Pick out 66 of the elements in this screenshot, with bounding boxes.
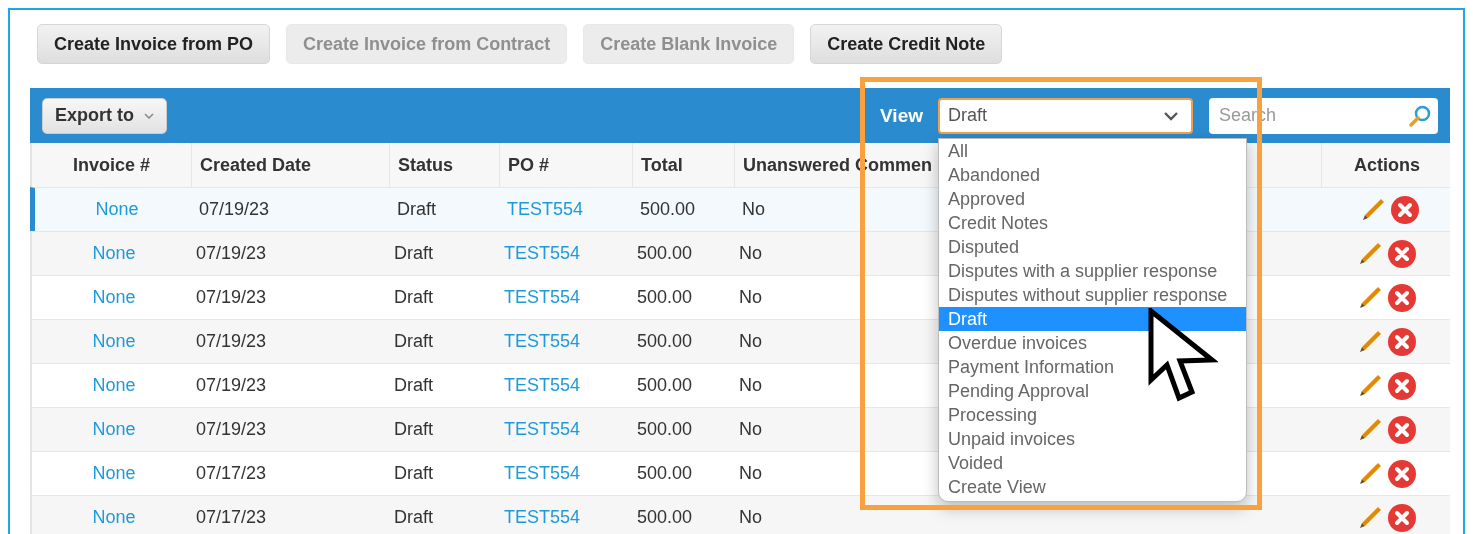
table-cell: 500.00 bbox=[637, 507, 693, 528]
delete-icon[interactable] bbox=[1390, 194, 1420, 225]
view-select[interactable]: Draft bbox=[938, 97, 1193, 134]
table-cell: 500.00 bbox=[637, 375, 693, 396]
delete-icon[interactable] bbox=[1387, 238, 1417, 269]
table-cell: 500.00 bbox=[637, 463, 693, 484]
view-label: View bbox=[880, 104, 923, 127]
table-cell: 500.00 bbox=[637, 419, 693, 440]
table-cell: 07/17/23 bbox=[196, 463, 267, 484]
view-option[interactable]: Voided bbox=[939, 450, 1246, 475]
view-option[interactable]: Abandoned bbox=[939, 162, 1246, 187]
table-cell: Draft bbox=[397, 199, 436, 220]
view-option[interactable]: Unpaid invoices bbox=[939, 426, 1246, 451]
delete-icon[interactable] bbox=[1387, 370, 1417, 401]
select-value: Draft bbox=[948, 105, 987, 126]
table-cell: Draft bbox=[394, 507, 433, 528]
table-cell: 500.00 bbox=[637, 287, 693, 308]
delete-icon[interactable] bbox=[1387, 282, 1417, 313]
action-button[interactable]: Create Invoice from PO bbox=[37, 24, 271, 64]
table-cell: No bbox=[742, 199, 765, 220]
invoice-link[interactable]: None bbox=[92, 375, 136, 396]
caret-icon bbox=[144, 112, 154, 119]
view-option[interactable]: Disputed bbox=[939, 234, 1246, 259]
table-cell: Draft bbox=[394, 243, 433, 264]
table-cell: No bbox=[739, 287, 762, 308]
delete-icon[interactable] bbox=[1387, 326, 1417, 357]
delete-icon[interactable] bbox=[1387, 502, 1417, 533]
table-cell: 07/19/23 bbox=[196, 287, 267, 308]
action-button[interactable]: Create Credit Note bbox=[810, 24, 1003, 64]
table-cell: 07/19/23 bbox=[199, 199, 270, 220]
chevron-icon bbox=[1163, 110, 1179, 121]
po-link[interactable]: TEST554 bbox=[504, 463, 581, 484]
table-cell: Draft bbox=[394, 463, 433, 484]
po-link[interactable]: TEST554 bbox=[504, 375, 581, 396]
view-option[interactable]: Pending Approval bbox=[939, 378, 1246, 403]
export-button[interactable]: Export to bbox=[42, 97, 167, 134]
view-option[interactable]: Overdue invoices bbox=[939, 330, 1246, 355]
table-cell: No bbox=[739, 419, 762, 440]
table-cell: 07/19/23 bbox=[196, 243, 267, 264]
view-option[interactable]: Disputes without supplier response bbox=[939, 282, 1246, 307]
table-cell: No bbox=[739, 375, 762, 396]
table-cell: Draft bbox=[394, 375, 433, 396]
table-cell: 07/19/23 bbox=[196, 375, 267, 396]
delete-icon[interactable] bbox=[1387, 414, 1417, 445]
delete-icon[interactable] bbox=[1387, 458, 1417, 489]
table-cell: No bbox=[739, 331, 762, 352]
table-cell: 07/17/23 bbox=[196, 507, 267, 528]
view-option[interactable]: Approved bbox=[939, 186, 1246, 211]
table-cell: No bbox=[739, 243, 762, 264]
invoice-link[interactable]: None bbox=[92, 463, 136, 484]
table-cell: Draft bbox=[394, 287, 433, 308]
column-header: Actions bbox=[1353, 153, 1421, 177]
table-cell: 500.00 bbox=[640, 199, 696, 220]
search-icon bbox=[1408, 103, 1432, 128]
table-cell: Draft bbox=[394, 331, 433, 352]
table-cell: No bbox=[739, 507, 762, 528]
table-cell: 07/19/23 bbox=[196, 331, 267, 352]
table-cell: Draft bbox=[394, 419, 433, 440]
po-link[interactable]: TEST554 bbox=[504, 287, 581, 308]
table-cell: 500.00 bbox=[637, 243, 693, 264]
view-option[interactable]: Draft bbox=[939, 306, 1246, 331]
table-row[interactable]: None 07/17/23 Draft TEST554 500.00 No bbox=[30, 495, 1450, 534]
invoice-link[interactable]: None bbox=[92, 287, 136, 308]
table-cell: No bbox=[739, 463, 762, 484]
table-cell: 500.00 bbox=[637, 331, 693, 352]
table-cell: 07/19/23 bbox=[196, 419, 267, 440]
